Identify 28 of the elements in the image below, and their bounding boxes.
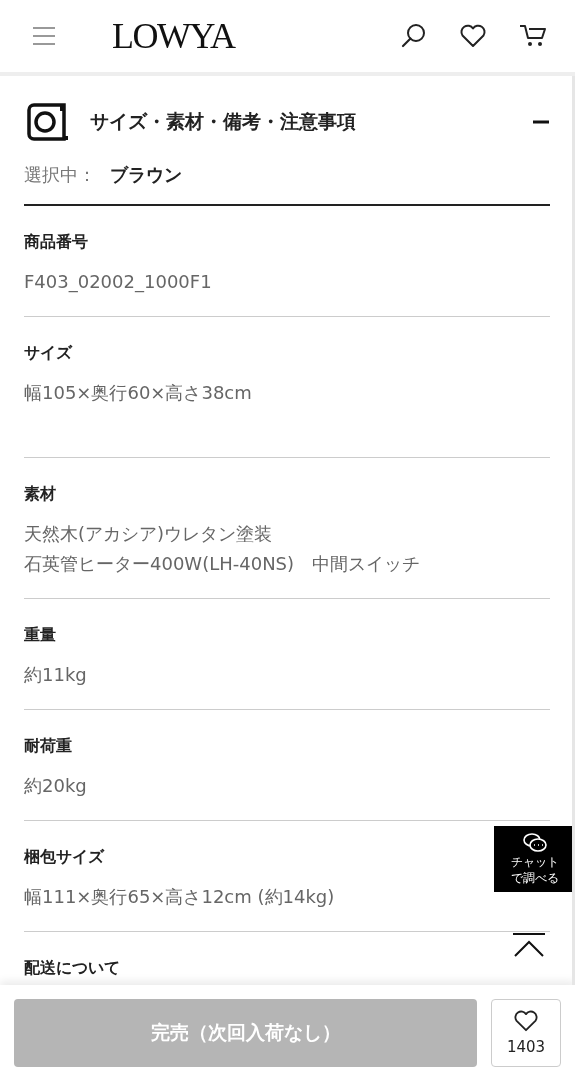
selection-value: ブラウン: [110, 163, 182, 187]
spec-label: 重量: [24, 624, 56, 646]
cart-icon[interactable]: [519, 23, 547, 49]
heart-icon[interactable]: [459, 24, 487, 48]
search-icon[interactable]: [401, 23, 427, 49]
section-title[interactable]: サイズ・素材・備考・注意事項: [90, 109, 356, 135]
spec-label: サイズ: [24, 342, 72, 364]
spec-value: 幅111×奥行65×高さ12cm (約14kg): [24, 885, 336, 909]
spec-value: 約11kg: [24, 663, 88, 687]
spec-label: 配送について: [24, 957, 120, 979]
page-top-icon[interactable]: [512, 932, 546, 958]
spec-value: 石英管ヒーター400W(LH-40NS) 中間スイッチ: [24, 552, 422, 576]
spec-value: 天然木(アカシア)ウレタン塗装: [24, 522, 274, 546]
favorite-button[interactable]: 1403: [491, 998, 561, 1067]
menu-icon[interactable]: [32, 26, 56, 46]
heart-icon: [513, 1009, 539, 1032]
tape-measure-icon: [26, 102, 68, 142]
spec-label: 梱包サイズ: [24, 846, 104, 868]
selection-label: 選択中：: [24, 163, 96, 187]
spec-label: 耐荷重: [24, 735, 72, 757]
spec-value: F403_02002_1000F1: [24, 270, 213, 295]
chat-bubbles-icon: [521, 832, 548, 854]
spec-value: 約20kg: [24, 774, 88, 798]
spec-label: 素材: [24, 483, 56, 505]
chat-button[interactable]: チャットで調べる: [494, 826, 572, 892]
spec-label: 商品番号: [24, 231, 88, 253]
spec-value: 幅105×奥行60×高さ38cm: [24, 381, 253, 405]
logo[interactable]: LOWYA: [112, 15, 235, 57]
